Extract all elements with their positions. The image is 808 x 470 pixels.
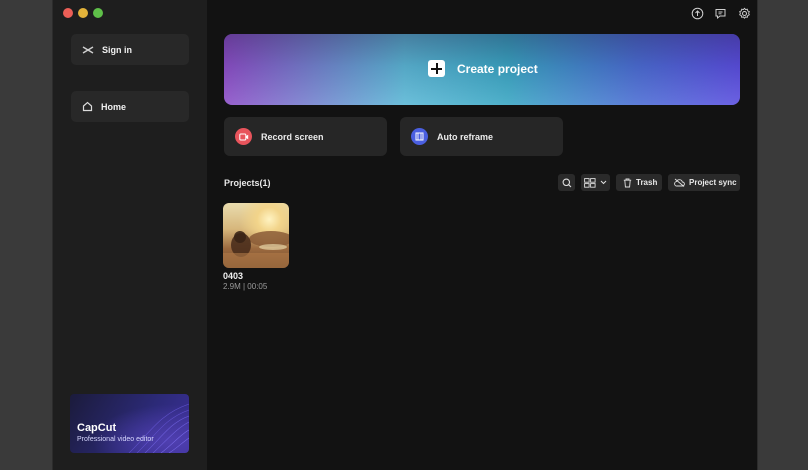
- auto-reframe-icon: [411, 128, 428, 145]
- create-project-content: Create project: [428, 60, 538, 77]
- auto-reframe-label: Auto reframe: [437, 131, 494, 142]
- create-project-button[interactable]: Create project: [224, 34, 740, 105]
- record-screen-icon: [235, 128, 252, 145]
- search-icon: [562, 178, 571, 187]
- auto-reframe-button[interactable]: Auto reframe: [400, 117, 563, 156]
- capcut-logo-icon: [82, 45, 94, 54]
- record-screen-button[interactable]: Record screen: [224, 117, 387, 156]
- home-icon: [82, 101, 93, 112]
- upload-icon[interactable]: [691, 7, 704, 20]
- project-sync-button[interactable]: Project sync: [668, 174, 740, 191]
- create-project-label: Create project: [457, 61, 538, 76]
- close-window-button[interactable]: [63, 8, 73, 18]
- home-label: Home: [101, 101, 127, 112]
- feedback-icon[interactable]: [714, 7, 727, 20]
- sidebar: Sign in Home CapCut Professional video e…: [53, 0, 207, 470]
- app-window: Sign in Home CapCut Professional video e…: [52, 0, 758, 470]
- cloud-sync-icon: [674, 178, 685, 187]
- chevron-down-icon: [600, 180, 607, 185]
- project-name: 0403: [223, 271, 244, 281]
- projects-heading: Projects(1): [224, 178, 271, 188]
- trash-button[interactable]: Trash: [616, 174, 662, 191]
- trash-icon: [623, 178, 632, 187]
- sidebar-item-home[interactable]: Home: [71, 91, 189, 122]
- sign-in-button[interactable]: Sign in: [71, 34, 189, 65]
- minimize-window-button[interactable]: [78, 8, 88, 18]
- trash-label: Trash: [636, 178, 658, 187]
- project-thumbnail[interactable]: [223, 203, 289, 268]
- title-bar: [53, 0, 757, 26]
- promo-decoration-icon: [128, 403, 189, 453]
- promo-title: CapCut: [77, 422, 117, 434]
- thumbnail-image: [223, 231, 289, 268]
- plus-icon: [428, 60, 445, 77]
- settings-gear-icon[interactable]: [738, 7, 751, 20]
- maximize-window-button[interactable]: [93, 8, 103, 18]
- project-sync-label: Project sync: [689, 178, 737, 187]
- view-toggle-button[interactable]: [581, 174, 610, 191]
- record-screen-label: Record screen: [261, 131, 324, 142]
- promo-subtitle: Professional video editor: [77, 436, 154, 443]
- sign-in-label: Sign in: [102, 44, 132, 55]
- promo-banner[interactable]: CapCut Professional video editor: [70, 394, 189, 453]
- search-button[interactable]: [558, 174, 575, 191]
- project-meta: 2.9M | 00:05: [223, 282, 268, 291]
- grid-view-icon: [584, 177, 596, 188]
